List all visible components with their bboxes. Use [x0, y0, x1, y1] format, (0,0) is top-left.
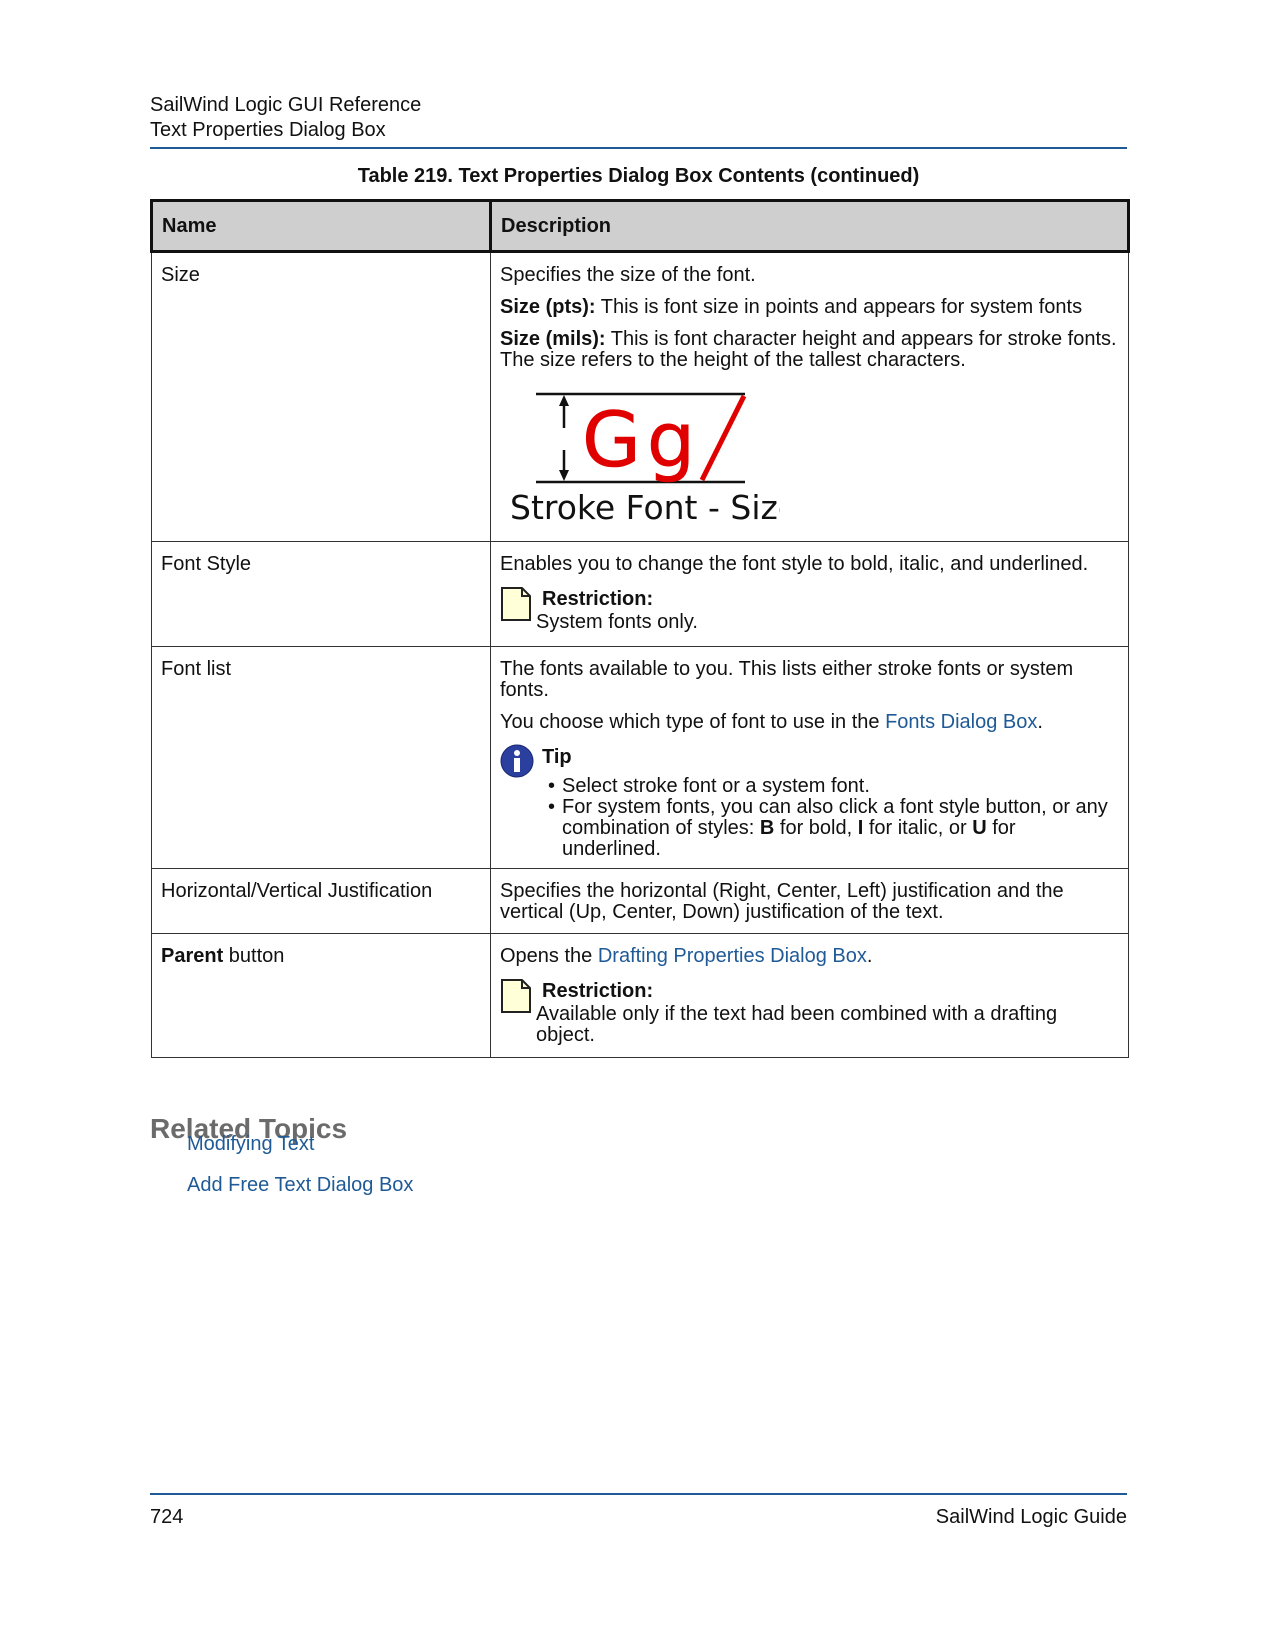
table-header-row: Name Description: [150, 199, 1130, 253]
fonts-dialog-box-link[interactable]: Fonts Dialog Box: [885, 711, 1037, 733]
size-desc: Specifies the size of the font.: [500, 264, 756, 286]
row-name-font-list: Font list: [151, 646, 491, 869]
restriction-note: Restriction: System fonts only.: [500, 586, 1119, 633]
parent-desc: Opens the Drafting Properties Dialog Box…: [500, 946, 1119, 967]
table-row: Font list The fonts available to you. Th…: [151, 646, 1129, 869]
section-title: Text Properties Dialog Box: [150, 119, 386, 141]
note-icon: [501, 587, 531, 621]
parent-label-rest: button: [223, 945, 285, 967]
page-header: SailWind Logic GUI Reference Text Proper…: [150, 93, 1127, 143]
parent-label-bold: Parent: [161, 945, 224, 967]
doc-title: SailWind Logic GUI Reference: [150, 94, 422, 116]
tip-note: Tip Select stroke font or a system font.…: [500, 744, 1119, 860]
size-pts-text: This is font size in points and appears …: [595, 296, 1083, 318]
size-pts-label: Size (pts):: [500, 296, 596, 318]
modifying-text-link[interactable]: Modifying Text: [187, 1133, 314, 1156]
font-style-desc: Enables you to change the font style to …: [500, 553, 1089, 575]
table-row: Font Style Enables you to change the fon…: [151, 541, 1129, 647]
table-caption: Table 219. Text Properties Dialog Box Co…: [357, 165, 920, 187]
parent-desc-text: Opens the: [500, 945, 598, 967]
font-list-desc: The fonts available to you. This lists e…: [500, 658, 1074, 701]
column-header-description: Description: [489, 199, 1130, 253]
restriction-body: System fonts only.: [536, 611, 698, 633]
row-desc-font-style: Enables you to change the font style to …: [490, 541, 1129, 647]
footer-rule: [150, 1493, 1127, 1495]
drafting-properties-dialog-box-link[interactable]: Drafting Properties Dialog Box: [598, 945, 867, 967]
restriction-title: Restriction:: [542, 588, 654, 610]
note-icon: [501, 979, 531, 1013]
tip2-text-e: for italic, or: [863, 817, 973, 839]
size-mils-desc: Size (mils): This is font character heig…: [500, 329, 1119, 371]
stroke-figure-label: Stroke Font - Size: [510, 488, 780, 527]
row-name-font-style: Font Style: [151, 541, 491, 647]
add-free-text-dialog-box-link[interactable]: Add Free Text Dialog Box: [187, 1174, 413, 1197]
tip-list: Select stroke font or a system font. For…: [548, 776, 1119, 860]
list-item: Select stroke font or a system font.: [548, 776, 1119, 798]
arrow-up-head: [559, 395, 569, 406]
parent-desc-period: .: [866, 945, 873, 967]
row-desc-justification: Specifies the horizontal (Right, Center,…: [490, 868, 1129, 934]
guide-title: SailWind Logic Guide: [935, 1506, 1127, 1528]
list-item: For system fonts, you can also click a f…: [548, 797, 1119, 860]
row-desc-parent-button: Opens the Drafting Properties Dialog Box…: [490, 933, 1129, 1058]
row-name-justification: Horizontal/Vertical Justification: [151, 868, 491, 934]
stroke-font-size-figure: Gg Stroke Font - Size: [510, 392, 780, 527]
tip-title: Tip: [542, 746, 572, 768]
stroke-glyphs: Gg: [582, 395, 701, 484]
restriction-note: Restriction: Available only if the text …: [500, 978, 1119, 1046]
row-desc-size: Specifies the size of the font. Size (pt…: [490, 251, 1129, 542]
row-name-parent-button: Parent button: [151, 933, 491, 1058]
restriction-title: Restriction:: [542, 980, 654, 1002]
row-desc-font-list: The fonts available to you. This lists e…: [490, 646, 1129, 869]
font-list-desc-2-text: You choose which type of font to use in …: [500, 711, 886, 733]
page-number: 724: [150, 1506, 184, 1528]
font-list-desc-2-period: .: [1037, 711, 1043, 733]
size-pts-desc: Size (pts): This is font size in points …: [500, 297, 1119, 318]
arrow-down-head: [559, 470, 569, 481]
tip2-text-c: for bold,: [774, 817, 858, 839]
table-row: Parent button Opens the Drafting Propert…: [151, 933, 1129, 1058]
tip2-bold-u: U: [972, 817, 987, 839]
row-name-size: Size: [151, 251, 491, 542]
tip2-bold-b: B: [759, 817, 775, 839]
table-row: Horizontal/Vertical Justification Specif…: [151, 868, 1129, 934]
table-row: Size Specifies the size of the font. Siz…: [151, 251, 1129, 542]
info-icon: [500, 744, 534, 778]
properties-table: Name Description Size Specifies the size…: [150, 199, 1130, 1058]
restriction-body: Available only if the text had been comb…: [536, 1003, 1058, 1046]
stroke-slash: [699, 394, 747, 482]
column-header-name: Name: [150, 199, 492, 253]
font-list-desc-2: You choose which type of font to use in …: [500, 712, 1119, 733]
size-mils-label: Size (mils):: [500, 328, 606, 350]
header-rule: [150, 147, 1127, 149]
